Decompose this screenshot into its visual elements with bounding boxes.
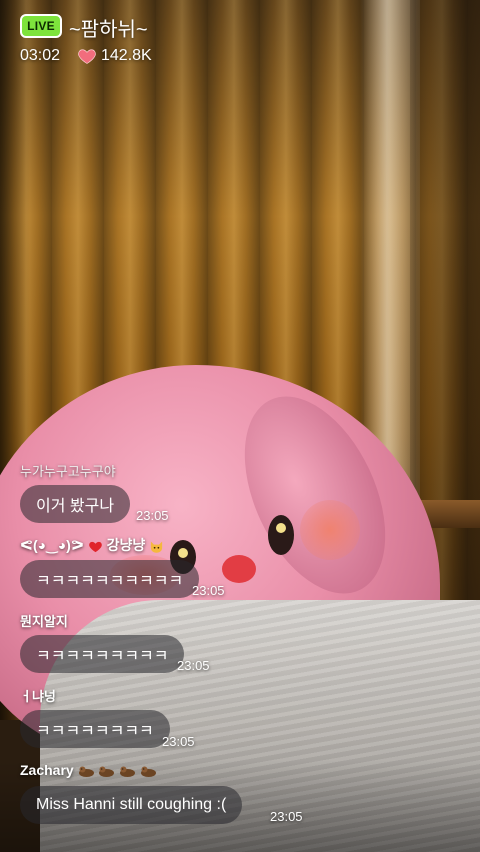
plush-cheek-right [300,500,360,560]
chat-bubble[interactable]: ㅋㅋㅋㅋㅋㅋㅋㅋㅋ [20,635,185,673]
chat-author: ㅓ냐넝 [20,689,56,704]
chat-time: 23:05 [136,508,169,523]
red-heart-icon [88,541,102,552]
otter-icon [78,766,94,777]
otter-icons [78,762,158,778]
plush-eye-right [268,515,294,555]
heart-icon [78,49,96,64]
cat-face-icon [151,541,163,553]
chat-author: 뭔지알지 [20,614,68,629]
chat-author-row: ᕙ(◕‿◕)ᕗ 강냥냥 [20,535,164,555]
live-badge: LIVE [20,14,62,38]
elapsed-time: 03:02 [20,47,61,64]
chat-bubble[interactable]: Miss Hanni still coughing :( [20,786,243,824]
chat-author: 누가누구고누구야 [20,464,116,479]
author-prefix: ᕙ(◕‿◕)ᕗ [20,537,84,553]
chat-time: 23:05 [162,734,195,749]
chat-author: 강냥냥 [106,537,146,553]
chat-author: Zachary [20,762,74,778]
channel-title[interactable]: ~팜하뉘~ [69,13,148,42]
chat-time: 23:05 [270,809,303,824]
chat-author-row: Zachary [20,762,157,778]
otter-icon [141,766,157,777]
otter-icon [120,766,136,777]
live-label: LIVE [27,19,55,33]
chat-bubble[interactable]: ㅋㅋㅋㅋㅋㅋㅋㅋㅋㅋ [20,560,200,598]
chat-time: 23:05 [192,583,225,598]
likes-count: 142.8K [101,47,152,64]
chat-bubble[interactable]: 이거 봤구나 [20,485,131,523]
plush-nose [222,555,256,583]
chat-time: 23:05 [177,658,210,673]
otter-icon [99,766,115,777]
chat-bubble[interactable]: ㅋㅋㅋㅋㅋㅋㅋㅋ [20,710,170,748]
